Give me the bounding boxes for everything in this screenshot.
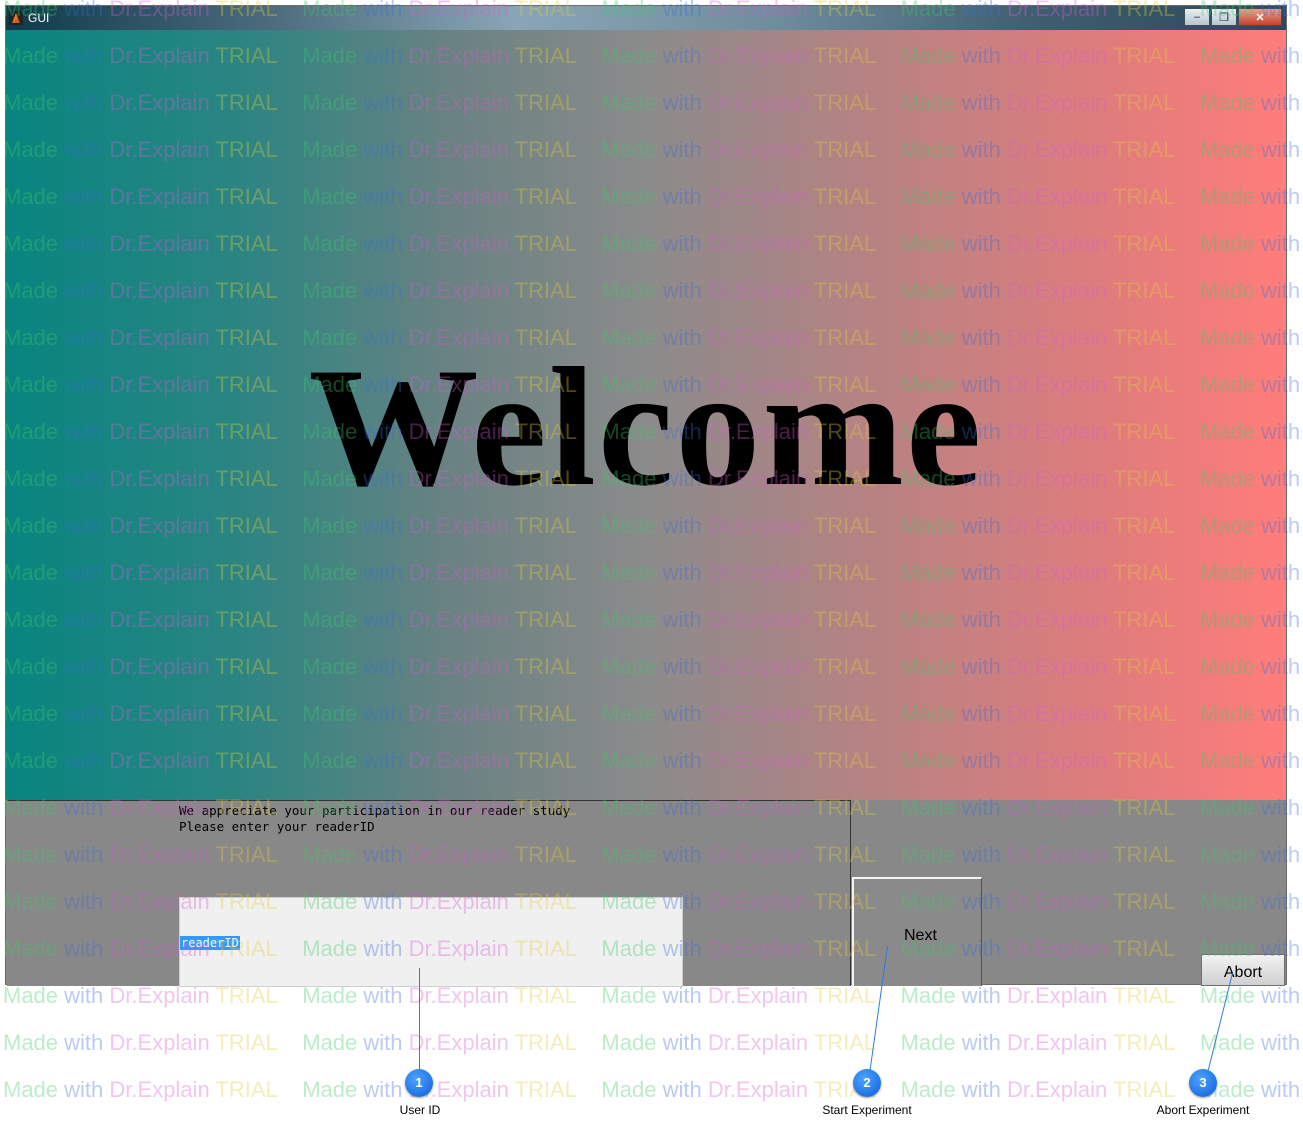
minimize-button[interactable]: – <box>1184 8 1210 26</box>
gui-window: GUI – ❐ ✕ Welcome We appreciate your par… <box>5 5 1287 987</box>
callout-3-badge: 3 <box>1189 1069 1217 1097</box>
message-line-1: We appreciate your participation in our … <box>179 803 571 818</box>
welcome-area: Welcome <box>6 30 1286 800</box>
next-button[interactable]: Next <box>852 877 982 986</box>
callout-1-label: User ID <box>399 1103 441 1117</box>
callout-3-line <box>1207 973 1233 1071</box>
title-bar[interactable]: GUI – ❐ ✕ <box>6 6 1286 30</box>
callout-1-line <box>419 968 420 1070</box>
reader-id-input[interactable]: readerID <box>179 897 683 987</box>
matlab-icon <box>9 11 23 25</box>
callout-1-badge: 1 <box>405 1069 433 1097</box>
reader-id-value: readerID <box>180 936 240 950</box>
abort-button[interactable]: Abort <box>1201 954 1285 986</box>
welcome-heading: Welcome <box>308 333 984 521</box>
message-line-2: Please enter your readerID <box>179 819 375 834</box>
callout-2-badge: 2 <box>853 1069 881 1097</box>
watermark-row: Made with Dr.Explain TRIAL Made with Dr.… <box>3 1030 1303 1055</box>
window-controls: – ❐ ✕ <box>1183 8 1282 26</box>
restore-button[interactable]: ❐ <box>1211 8 1237 26</box>
callout-2-label: Start Experiment <box>822 1103 912 1117</box>
instruction-panel: We appreciate your participation in our … <box>7 800 851 987</box>
instruction-text: We appreciate your participation in our … <box>179 803 570 835</box>
window-title: GUI <box>28 11 50 25</box>
watermark-row: Made with Dr.Explain TRIAL Made with Dr.… <box>3 1077 1303 1102</box>
next-button-label: Next <box>904 927 937 944</box>
close-button[interactable]: ✕ <box>1238 8 1282 26</box>
callout-3-label: Abort Experiment <box>1156 1103 1250 1117</box>
